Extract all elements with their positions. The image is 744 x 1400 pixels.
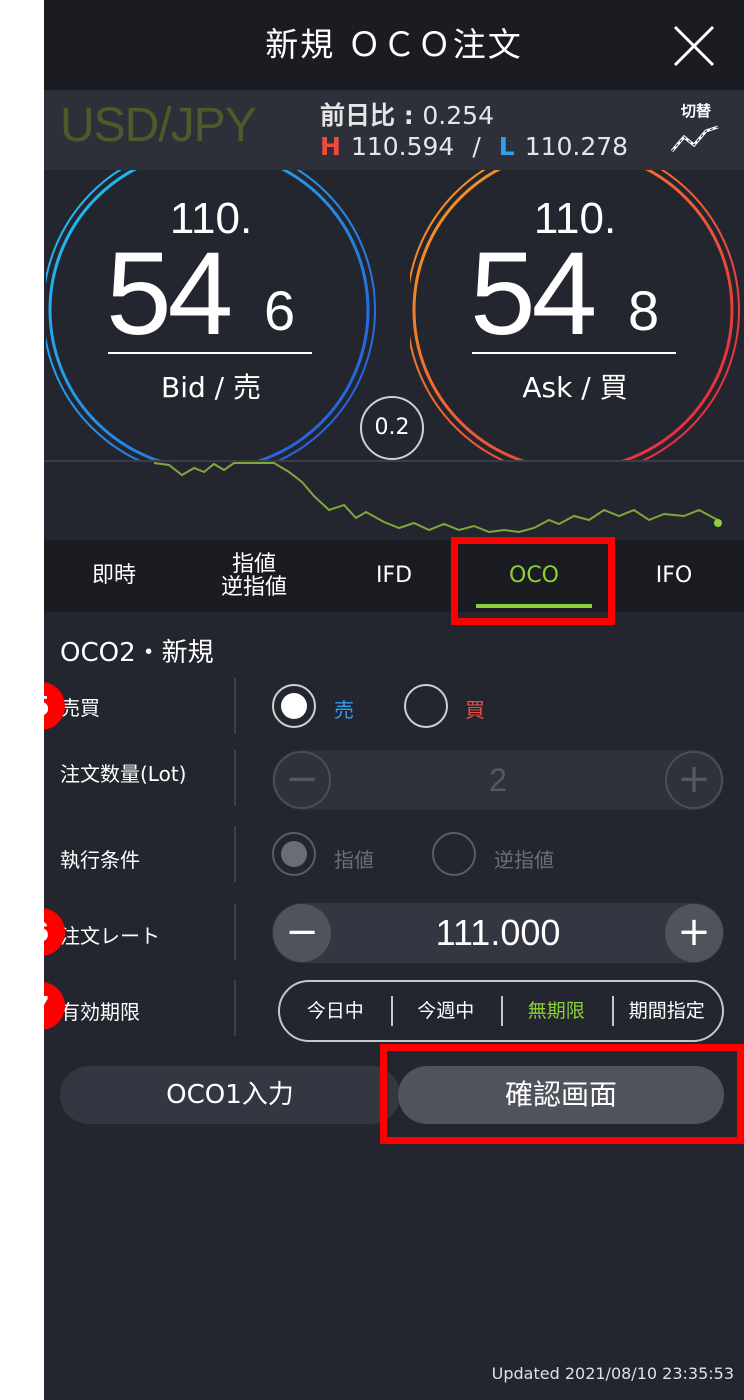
oco-order-screen: 新規 ＯＣＯ注文 USD/JPY 前日比 : 0.254 H 110.594/L 1…: [44, 0, 744, 1400]
step-badge-5: 5: [44, 682, 65, 730]
quantity-label: 注文数量(Lot): [60, 762, 187, 786]
daily-change-label: 前日比 :: [320, 101, 423, 130]
rate-plus-button[interactable]: +: [665, 904, 723, 962]
close-button[interactable]: [672, 24, 716, 68]
tab-oco-underline: [476, 604, 592, 608]
stop-radio[interactable]: [432, 832, 476, 876]
row-divider: [234, 980, 236, 1036]
quantity-value: 2: [489, 762, 507, 798]
order-type-tabs: 即時 指値 逆指値 IFD OCO IFO: [44, 540, 744, 612]
daily-change-value: 0.254: [422, 101, 494, 130]
spread-badge: 0.2: [360, 396, 424, 460]
switch-button[interactable]: 切替: [668, 100, 724, 164]
quantity-stepper: 2 − +: [272, 750, 724, 810]
ask-button[interactable]: 110. 54 8 Ask / 買: [410, 170, 740, 460]
currency-pair: USD/JPY: [60, 99, 257, 152]
stop-radio-label: 逆指値: [494, 848, 554, 872]
updated-timestamp: Updated 2021/08/10 23:35:53: [491, 1364, 734, 1383]
rate-stepper: 111.000 − +: [272, 903, 724, 963]
bid-price-pip: 6: [264, 279, 296, 342]
row-divider: [234, 678, 236, 734]
bid-price-main: 54: [106, 228, 233, 360]
ask-divider: [472, 352, 676, 354]
tab-limit-stop[interactable]: 指値 逆指値: [184, 540, 324, 612]
close-icon: [673, 25, 715, 67]
line-chart-icon: [670, 125, 719, 152]
limit-radio-label: 指値: [334, 848, 374, 872]
tab-ifd[interactable]: IFD: [324, 540, 464, 612]
bid-divider: [108, 352, 312, 354]
price-sparkline: [44, 460, 744, 534]
rate-value[interactable]: 111.000: [272, 903, 724, 963]
header: 新規 ＯＣＯ注文: [44, 0, 744, 90]
ask-label: Ask / 買: [522, 371, 628, 404]
high-mark: H: [320, 132, 341, 161]
expiry-specify-period[interactable]: 期間指定: [611, 982, 723, 1040]
bid-button[interactable]: 110. 54 6 Bid / 売: [46, 170, 376, 460]
buy-radio-label: 買: [465, 698, 485, 722]
expiry-this-week[interactable]: 今週中: [390, 982, 502, 1040]
quantity-plus-button[interactable]: +: [665, 751, 723, 809]
ask-price-main: 54: [470, 228, 597, 360]
buy-radio[interactable]: [404, 684, 448, 728]
oco1-input-button[interactable]: OCO1入力: [60, 1066, 400, 1124]
high-value: 110.594: [350, 132, 455, 161]
confirm-button[interactable]: 確認画面: [398, 1066, 724, 1124]
bid-label: Bid / 売: [161, 371, 261, 404]
ask-price-pip: 8: [628, 279, 660, 342]
page-title: 新規 ＯＣＯ注文: [265, 25, 523, 64]
execution-label: 執行条件: [60, 848, 140, 872]
low-value: 110.278: [524, 132, 629, 161]
row-divider: [234, 904, 236, 960]
sell-radio-label: 売: [334, 698, 354, 722]
row-divider: [234, 826, 236, 882]
tab-oco[interactable]: OCO: [464, 540, 604, 612]
side-label: 売買: [60, 696, 100, 720]
expiry-indefinite[interactable]: 無期限: [501, 982, 612, 1040]
quantity-minus-button[interactable]: −: [273, 751, 331, 809]
quote-area: 110. 54 6 Bid / 売 110. 54 8 Ask / 買 0.2: [44, 170, 744, 460]
expiry-segmented-control: 今日中 今週中 無期限 期間指定: [278, 980, 724, 1042]
low-mark: L: [498, 132, 515, 161]
high-low-row: H 110.594 / L 110.278: [320, 132, 628, 161]
tab-oco-label: OCO: [509, 563, 559, 589]
switch-label: 切替: [680, 102, 711, 120]
expiry-label: 有効期限: [60, 1000, 140, 1024]
mini-price-chart: [44, 460, 744, 540]
sell-radio[interactable]: [272, 684, 316, 728]
rate-minus-button[interactable]: −: [273, 904, 331, 962]
tab-ifo[interactable]: IFO: [604, 540, 744, 612]
high-low-separator: /: [472, 132, 481, 161]
section-title: OCO2・新規: [60, 638, 214, 668]
expiry-today[interactable]: 今日中: [280, 982, 391, 1040]
tab-instant[interactable]: 即時: [44, 540, 184, 612]
price-info-bar: USD/JPY 前日比 : 0.254 H 110.594 / L 110.278 切替: [44, 90, 744, 170]
row-divider: [234, 750, 236, 806]
limit-radio[interactable]: [272, 832, 316, 876]
rate-label: 注文レート: [60, 924, 160, 948]
daily-change: 前日比 : 0.254: [320, 96, 494, 132]
